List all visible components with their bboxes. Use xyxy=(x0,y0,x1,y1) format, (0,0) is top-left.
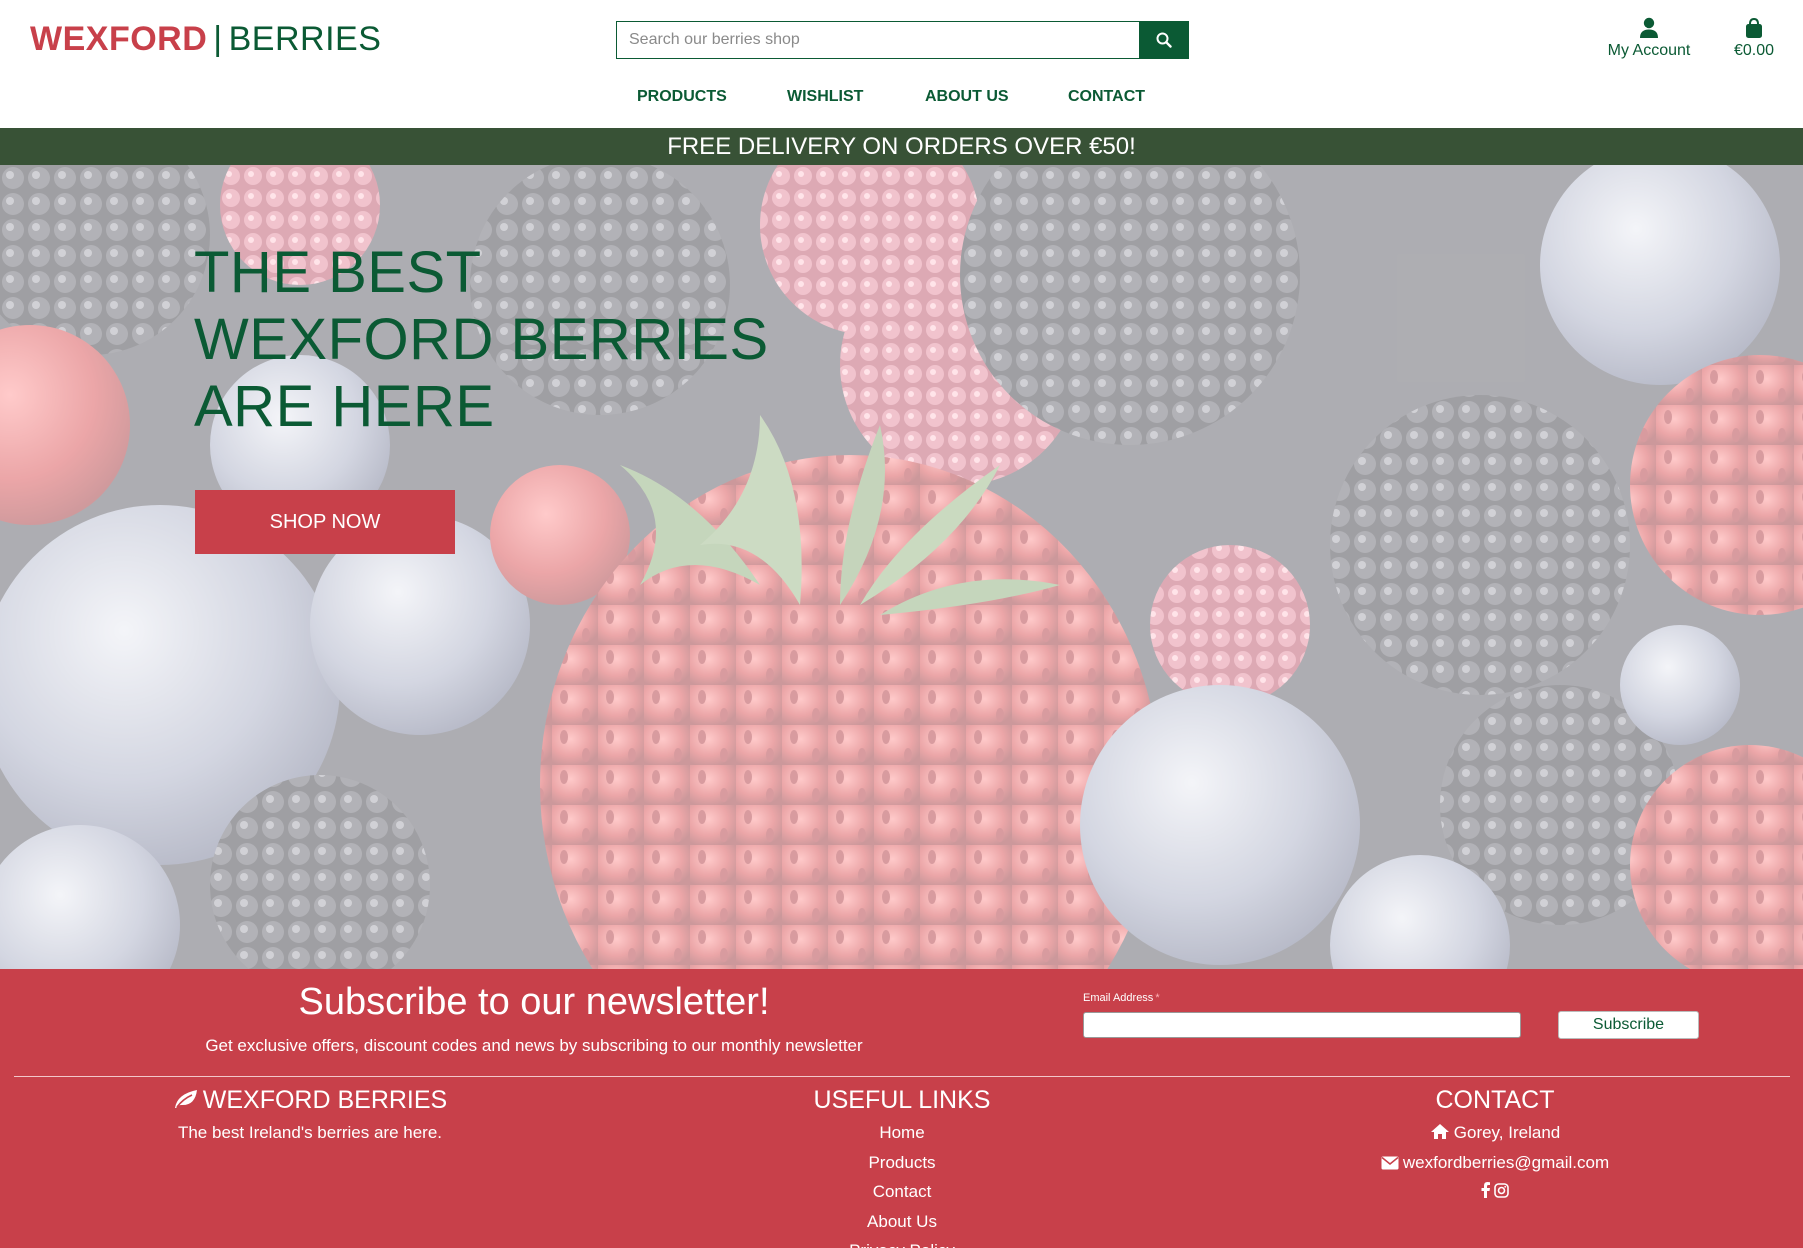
useful-links-title: USEFUL LINKS xyxy=(813,1086,991,1114)
footer-brand-title: WEXFORD BERRIES xyxy=(80,1082,540,1118)
footer-link-about-us[interactable]: About Us xyxy=(702,1207,1102,1237)
footer-address: Gorey, Ireland xyxy=(1265,1118,1725,1148)
shopping-bag-icon xyxy=(1746,17,1762,38)
logo-separator: | xyxy=(213,20,223,58)
site-logo[interactable]: WEXFORD | BERRIES xyxy=(30,20,381,59)
footer-link-home[interactable]: Home xyxy=(702,1118,1102,1148)
footer-brand-tagline: The best Ireland's berries are here. xyxy=(177,1123,443,1142)
hero-headline-line-3: ARE HERE xyxy=(194,374,495,439)
footer-email-text: wexfordberries@gmail.com xyxy=(1402,1153,1610,1172)
social-links xyxy=(1265,1178,1725,1208)
instagram-icon xyxy=(1494,1183,1509,1198)
nav-products[interactable]: PRODUCTS xyxy=(637,88,727,106)
shopping-bag-link[interactable]: €0.00 xyxy=(1727,16,1781,60)
hero-headline-line-2: WEXFORD BERRIES xyxy=(194,307,769,372)
footer-address-text: Gorey, Ireland xyxy=(1453,1123,1561,1142)
facebook-icon xyxy=(1481,1182,1490,1198)
email-label-text: Email Address xyxy=(1083,992,1154,1004)
newsletter-email-input[interactable] xyxy=(1083,1012,1521,1038)
search-input[interactable] xyxy=(616,21,1139,59)
envelope-icon xyxy=(1381,1156,1399,1170)
my-account-label: My Account xyxy=(1607,42,1691,59)
leaf-icon xyxy=(174,1090,197,1108)
shop-now-button[interactable]: SHOP NOW xyxy=(195,490,455,554)
hero-section: THE BEST WEXFORD BERRIES ARE HERE SHOP N… xyxy=(0,165,1803,969)
my-account-link[interactable]: My Account xyxy=(1600,16,1698,60)
nav-wishlist[interactable]: WISHLIST xyxy=(787,88,863,106)
newsletter-title: Subscribe to our newsletter! xyxy=(298,981,770,1023)
logo-berries: BERRIES xyxy=(228,20,382,58)
site-header: WEXFORD|BERRIES My Account €0.00 PRODUCT… xyxy=(0,0,1803,128)
subscribe-button[interactable]: Subscribe xyxy=(1558,1011,1699,1039)
user-icon xyxy=(1640,17,1658,38)
footer-contact-column: CONTACT Gorey, Ireland wexfordberries@gm… xyxy=(1265,1082,1725,1208)
useful-links-list: Home Products Contact About Us Privacy P… xyxy=(702,1118,1102,1248)
instagram-link[interactable] xyxy=(1494,1178,1509,1208)
footer-brand-name: WEXFORD BERRIES xyxy=(202,1086,448,1114)
footer-link-contact[interactable]: Contact xyxy=(702,1177,1102,1207)
footer-link-products[interactable]: Products xyxy=(702,1148,1102,1178)
footer-link-privacy-policy[interactable]: Privacy Policy xyxy=(702,1236,1102,1248)
footer-contact-title: CONTACT xyxy=(1435,1086,1555,1114)
logo-wexford: WEXFORD xyxy=(30,20,208,58)
footer-divider xyxy=(14,1076,1790,1077)
footer-email[interactable]: wexfordberries@gmail.com xyxy=(1265,1148,1725,1178)
free-delivery-banner: FREE DELIVERY ON ORDERS OVER €50! xyxy=(0,128,1803,165)
bag-total: €0.00 xyxy=(1733,42,1775,59)
nav-about-us[interactable]: ABOUT US xyxy=(925,88,1009,106)
search-form xyxy=(616,21,1189,59)
main-nav: PRODUCTS WISHLIST ABOUT US CONTACT xyxy=(0,88,1803,112)
hero-headline-line-1: THE BEST xyxy=(194,240,482,305)
nav-contact[interactable]: CONTACT xyxy=(1068,88,1145,106)
search-icon xyxy=(1156,32,1172,48)
required-mark: * xyxy=(1155,992,1160,1004)
hero-headline: THE BEST WEXFORD BERRIES ARE HERE xyxy=(194,239,769,440)
search-button[interactable] xyxy=(1139,21,1189,59)
footer-brand-column: WEXFORD BERRIES The best Ireland's berri… xyxy=(80,1082,540,1148)
newsletter-subtitle: Get exclusive offers, discount codes and… xyxy=(205,1036,863,1055)
home-icon xyxy=(1430,1124,1449,1139)
email-address-label: Email Address * xyxy=(1083,992,1160,1004)
facebook-link[interactable] xyxy=(1481,1178,1490,1208)
site-footer: Subscribe to our newsletter! Get exclusi… xyxy=(0,969,1803,1248)
footer-links-column: USEFUL LINKS Home Products Contact About… xyxy=(702,1082,1102,1248)
